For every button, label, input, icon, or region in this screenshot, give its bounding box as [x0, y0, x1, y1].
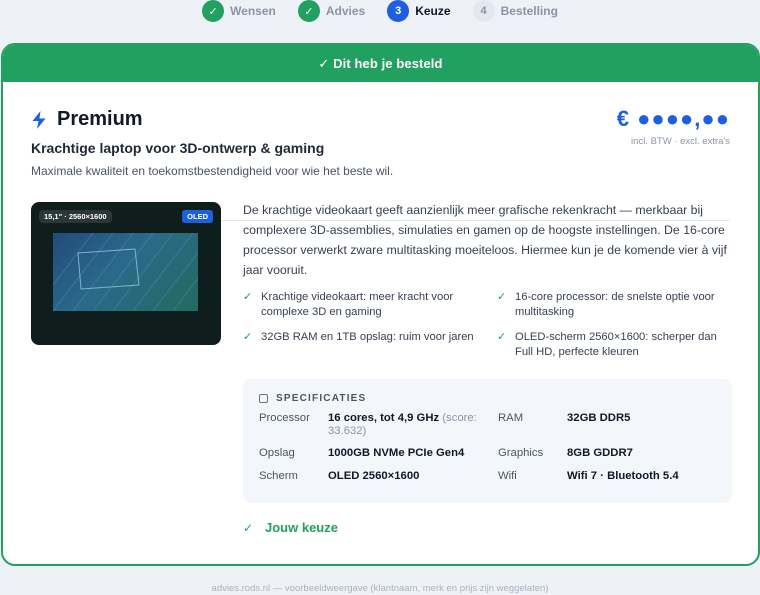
spec-label-storage: Opslag: [259, 447, 295, 459]
your-choice-indicator: ✓ Jouw keuze: [243, 520, 338, 535]
spec-value-wifi: Wifi 7 · Bluetooth 5.4: [567, 470, 679, 482]
step-4-label: Bestelling: [500, 4, 558, 18]
feature-item: ✓ 32GB RAM en 1TB opslag: ruim voor jare…: [243, 330, 497, 360]
feature-item: ✓ 16-core processor: de snelste optie vo…: [497, 290, 733, 320]
step-wensen[interactable]: ✓ Wensen: [202, 0, 276, 22]
spec-value-graphics: 8GB GDDR7: [567, 447, 633, 459]
step-1-label: Wensen: [230, 4, 276, 18]
your-choice-label: Jouw keuze: [265, 520, 338, 535]
spec-label-processor: Processor: [259, 412, 310, 424]
step-2-label: Advies: [325, 4, 366, 18]
footer-note: advies.rods.nl — voorbeeldweergave (klan…: [211, 583, 549, 594]
check-icon: ✓: [243, 520, 254, 535]
product-body-text: De krachtige videokaart geeft aanzienlij…: [243, 203, 727, 277]
step-advies[interactable]: ✓ Advies: [297, 0, 366, 22]
check-icon: ✓: [243, 291, 253, 303]
bolt-icon: [32, 110, 46, 129]
oled-badge: OLED: [182, 210, 213, 223]
price-block: € ●●●●,●● incl. BTW · excl. extra's: [617, 106, 730, 147]
check-icon: ✓: [497, 331, 507, 343]
product-description: Maximale kwaliteit en toekomstbestendigh…: [31, 164, 394, 178]
spec-value-screen: OLED 2560×1600: [328, 470, 420, 482]
specifications-panel: SPECIFICATIES Processor 16 cores, tot 4,…: [243, 379, 732, 503]
product-image: 15,1" · 2560×1600 OLED: [31, 202, 221, 345]
ordered-banner: ✓ Dit heb je besteld: [3, 45, 758, 82]
check-icon: ✓: [497, 291, 507, 303]
step-3-number: 3: [387, 0, 410, 22]
spec-label-wifi: Wifi: [498, 470, 517, 482]
spec-label-ram: RAM: [498, 412, 524, 424]
chip-icon: [259, 394, 268, 403]
step-2-check-icon: ✓: [297, 0, 320, 22]
feature-list: ✓ Krachtige videokaart: meer kracht voor…: [243, 290, 733, 360]
step-bestelling: 4 Bestelling: [472, 0, 558, 22]
spec-value-storage: 1000GB NVMe PCIe Gen4: [328, 447, 465, 459]
processor-value-text: 16 cores, tot 4,9 GHz: [328, 412, 440, 424]
feature-text: 16-core processor: de snelste optie voor…: [515, 291, 715, 318]
check-icon: ✓: [243, 331, 253, 343]
feature-text: Krachtige videokaart: meer kracht voor c…: [261, 291, 454, 318]
feature-text: 32GB RAM en 1TB opslag: ruim voor jaren: [261, 331, 474, 343]
price-value: € ●●●●,●●: [616, 106, 730, 131]
feature-item: ✓ Krachtige videokaart: meer kracht voor…: [243, 290, 497, 320]
product-card: ✓ Dit heb je besteld Premium Krachtige l…: [1, 43, 760, 566]
spec-label-graphics: Graphics: [498, 447, 544, 459]
product-title: Premium: [57, 108, 143, 130]
spec-label-screen: Scherm: [259, 470, 298, 482]
step-4-number: 4: [472, 0, 495, 22]
laptop-screen-illustration: [53, 233, 198, 311]
step-keuze[interactable]: 3 Keuze: [387, 0, 451, 22]
step-3-label: Keuze: [415, 4, 451, 18]
spec-value-ram: 32GB DDR5: [567, 412, 631, 424]
specifications-title: SPECIFICATIES: [259, 393, 716, 404]
step-1-check-icon: ✓: [202, 0, 225, 22]
screen-pattern: [53, 233, 198, 311]
spec-value-processor: 16 cores, tot 4,9 GHz (score: 33.632): [328, 412, 488, 438]
resolution-badge: 15,1" · 2560×1600: [39, 210, 112, 223]
specifications-heading: SPECIFICATIES: [276, 393, 367, 404]
progress-stepper: ✓ Wensen ✓ Advies 3 Keuze 4 Bestelling: [0, 0, 760, 22]
price-note: incl. BTW · excl. extra's: [631, 136, 730, 147]
feature-item: ✓ OLED-scherm 2560×1600: scherper dan Fu…: [497, 330, 733, 360]
feature-text: OLED-scherm 2560×1600: scherper dan Full…: [515, 331, 717, 358]
